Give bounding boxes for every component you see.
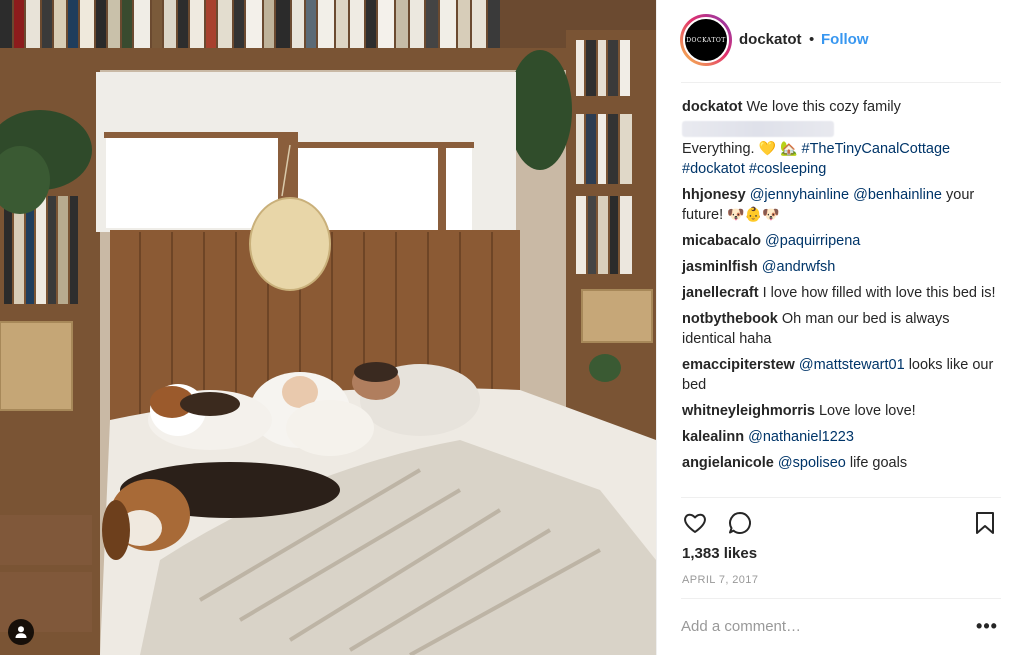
comment: micabacalo @paquirripena <box>682 231 1002 251</box>
comment-box-divider <box>681 598 1001 599</box>
redacted-caption-line <box>682 121 834 137</box>
comment: whitneyleighmorris Love love love! <box>682 401 1002 421</box>
avatar-ring[interactable]: DOCKATOT <box>680 14 732 66</box>
comment-username[interactable]: hhjonesy <box>682 187 746 203</box>
comment: kalealinn @nathaniel1223 <box>682 427 1002 447</box>
yellow-heart-emoji: 💛 <box>758 141 777 157</box>
post-photo[interactable] <box>0 0 656 655</box>
follow-button[interactable]: Follow <box>821 31 869 48</box>
post-date: APRIL 7, 2017 <box>682 574 759 586</box>
caption-text-line3: Everything. <box>682 141 755 157</box>
comment-username[interactable]: angielanicole <box>682 455 774 471</box>
comment: janellecraft I love how filled with love… <box>682 283 1002 303</box>
header-divider <box>681 82 1001 83</box>
header-separator: • <box>809 31 815 48</box>
bedroom-photo <box>0 0 656 655</box>
speech-bubble-icon[interactable] <box>727 510 753 536</box>
hashtag-tinycanalcottage[interactable]: #TheTinyCanalCottage <box>802 141 951 157</box>
comment: hhjonesy @jennyhainline @benhainline you… <box>682 185 1002 225</box>
comment-username[interactable]: kalealinn <box>682 429 744 445</box>
comment-username[interactable]: micabacalo <box>682 233 761 249</box>
comment-username[interactable]: whitneyleighmorris <box>682 403 815 419</box>
comment-username[interactable]: jasminlfish <box>682 259 758 275</box>
dog-baby-dog-emoji: 🐶👶🐶 <box>727 207 780 223</box>
comment-username[interactable]: emaccipiterstew <box>682 357 795 373</box>
avatar-logo-text: DOCKATOT <box>686 36 726 44</box>
hashtag-dockatot[interactable]: #dockatot <box>682 161 745 177</box>
comments-list: dockatot We love this cozy family Everyt… <box>682 97 1002 479</box>
comment-text: I love how filled with love this bed is! <box>762 285 996 301</box>
comment-text: life goals <box>849 455 908 471</box>
add-comment-input[interactable] <box>681 612 961 640</box>
comment-mention[interactable]: @andrwfsh <box>762 259 836 275</box>
post-details-panel: DOCKATOT dockatot • Follow dockatot We l… <box>656 0 1024 655</box>
hashtag-cosleeping[interactable]: #cosleeping <box>749 161 826 177</box>
user-tags-button[interactable] <box>8 619 34 645</box>
comment: emaccipiterstew @mattstewart01 looks lik… <box>682 355 1002 395</box>
post-header: DOCKATOT dockatot • Follow <box>657 0 1024 82</box>
caption: dockatot We love this cozy family Everyt… <box>682 97 1002 179</box>
more-options-button[interactable]: ••• <box>975 614 999 638</box>
avatar[interactable]: DOCKATOT <box>683 17 729 63</box>
comment-mention[interactable]: @jennyhainline <box>750 187 849 203</box>
heart-icon[interactable] <box>682 510 708 536</box>
bookmark-icon[interactable] <box>973 510 997 536</box>
like-count[interactable]: 1,383 likes <box>682 545 757 562</box>
caption-username[interactable]: dockatot <box>682 99 742 115</box>
header-username[interactable]: dockatot <box>739 31 802 48</box>
comment-mention[interactable]: @paquirripena <box>765 233 860 249</box>
comment-username[interactable]: notbythebook <box>682 311 778 327</box>
actions-divider <box>681 497 1001 498</box>
comment-mention[interactable]: @mattstewart01 <box>799 357 905 373</box>
caption-text-line1: We love this cozy family <box>746 99 901 115</box>
comment-text: Love love love! <box>818 403 916 419</box>
comment-username[interactable]: janellecraft <box>682 285 759 301</box>
comment-mention[interactable]: @benhainline <box>853 187 942 203</box>
house-emoji: 🏡 <box>780 141 798 157</box>
comment: angielanicole @spoliseo life goals <box>682 453 1002 473</box>
comment-mention[interactable]: @spoliseo <box>778 455 846 471</box>
comment-mention[interactable]: @nathaniel1223 <box>748 429 854 445</box>
person-tag-icon <box>15 626 27 638</box>
comment: notbythebook Oh man our bed is always id… <box>682 309 1002 349</box>
comment: jasminlfish @andrwfsh <box>682 257 1002 277</box>
